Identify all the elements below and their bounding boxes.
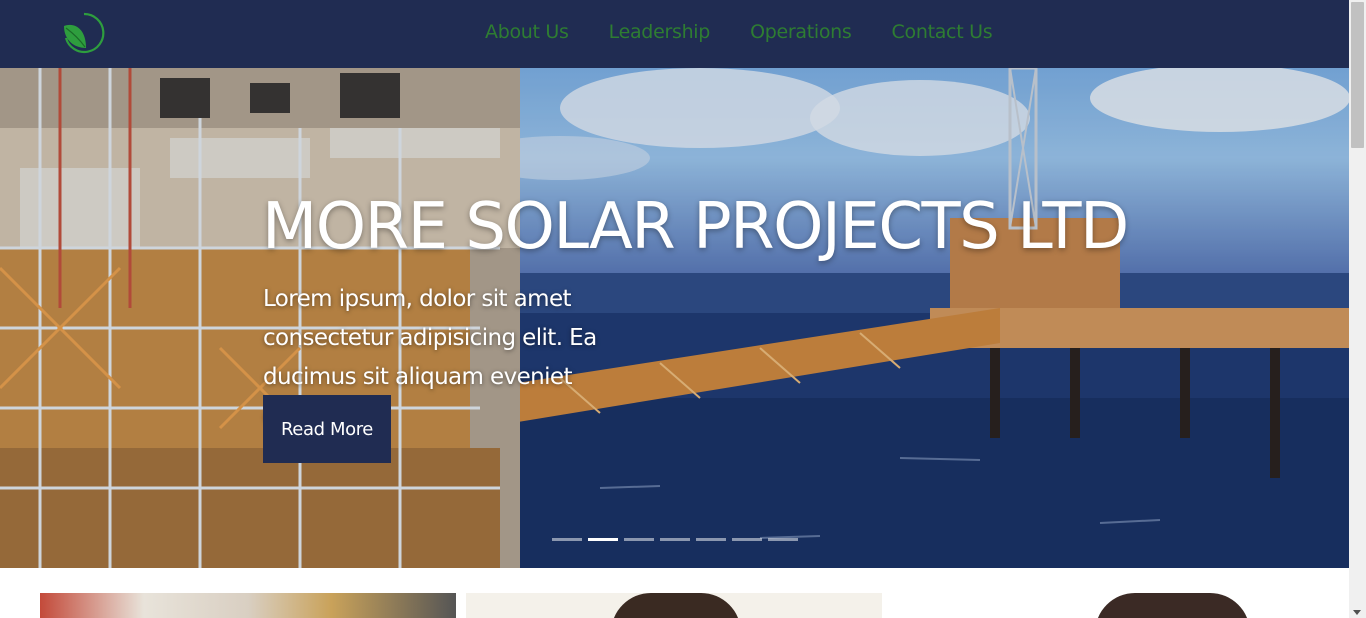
team-card-image[interactable]: [40, 593, 456, 618]
hero-carousel: MORE SOLAR PROJECTS LTD Lorem ipsum, dol…: [0, 68, 1349, 568]
carousel-indicator[interactable]: [552, 538, 582, 541]
hero-overlay: [0, 68, 1349, 568]
read-more-button[interactable]: Read More: [263, 395, 391, 463]
scroll-down-arrow-icon[interactable]: [1353, 610, 1361, 615]
nav-link-about-us[interactable]: About Us: [485, 21, 569, 43]
carousel-indicator[interactable]: [660, 538, 690, 541]
nav-link-operations[interactable]: Operations: [750, 21, 852, 43]
carousel-indicator[interactable]: [624, 538, 654, 541]
navbar: About Us Leadership Operations Contact U…: [0, 0, 1349, 68]
scrollbar-thumb[interactable]: [1351, 2, 1364, 148]
leaf-logo-icon[interactable]: [60, 12, 106, 54]
main-nav: About Us Leadership Operations Contact U…: [485, 21, 1032, 43]
carousel-indicator[interactable]: [696, 538, 726, 541]
team-card-image[interactable]: [892, 593, 1308, 618]
carousel-indicator[interactable]: [732, 538, 762, 541]
carousel-indicators: [552, 538, 798, 541]
nav-link-leadership[interactable]: Leadership: [609, 21, 711, 43]
carousel-indicator-active[interactable]: [588, 538, 618, 541]
team-card-image[interactable]: [466, 593, 882, 618]
page-scrollbar[interactable]: [1349, 0, 1366, 618]
hero-title: MORE SOLAR PROJECTS LTD: [262, 190, 1129, 264]
nav-link-contact-us[interactable]: Contact Us: [892, 21, 993, 43]
carousel-indicator[interactable]: [768, 538, 798, 541]
